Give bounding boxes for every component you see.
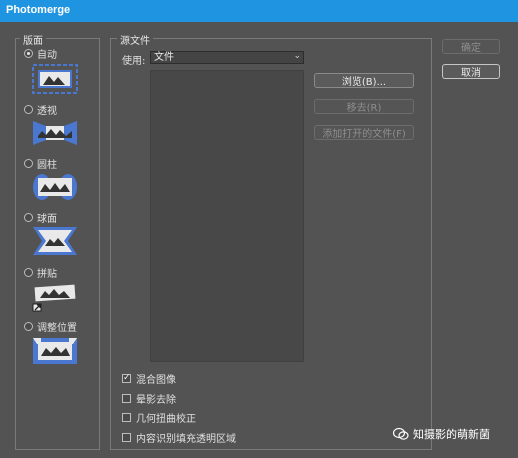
geometric-distortion-checkbox[interactable]: [122, 413, 131, 422]
blend-images-checkbox[interactable]: ✓: [122, 374, 131, 383]
layout-option-auto[interactable]: 自动: [24, 46, 57, 61]
content-aware-fill-option[interactable]: 内容识别填充透明区域: [122, 430, 236, 445]
layout-option-reposition[interactable]: 调整位置: [24, 319, 77, 334]
layout-reposition-icon[interactable]: [32, 336, 78, 366]
layout-option-cylindrical[interactable]: 圆柱: [24, 156, 57, 171]
ok-button[interactable]: 确定: [442, 39, 500, 54]
layout-option-label: 球面: [37, 214, 57, 225]
blend-images-option[interactable]: ✓ 混合图像: [122, 371, 176, 386]
layout-option-label: 调整位置: [37, 323, 77, 334]
remove-button[interactable]: 移去(R): [314, 99, 414, 114]
layout-panel-legend: 版面: [20, 32, 46, 47]
layout-option-spherical[interactable]: 球面: [24, 210, 57, 225]
use-select-value: 文件: [154, 52, 174, 63]
radio-cylindrical[interactable]: [24, 159, 33, 168]
source-panel-legend: 源文件: [117, 32, 153, 47]
radio-spherical[interactable]: [24, 213, 33, 222]
layout-option-label: 透视: [37, 106, 57, 117]
layout-option-label: 拼贴: [37, 269, 57, 280]
layout-option-perspective[interactable]: 透视: [24, 102, 57, 117]
watermark-text: 知摄影的萌新菌: [413, 428, 490, 441]
radio-reposition[interactable]: [24, 322, 33, 331]
title-bar: Photomerge: [0, 0, 518, 22]
layout-auto-icon[interactable]: [32, 64, 78, 94]
use-select[interactable]: 文件 ⌄: [150, 51, 304, 64]
layout-collage-icon[interactable]: [32, 282, 78, 312]
vignette-removal-label: 晕影去除: [136, 395, 176, 406]
vignette-removal-checkbox[interactable]: [122, 394, 131, 403]
radio-auto[interactable]: [24, 49, 33, 58]
cancel-button[interactable]: 取消: [442, 64, 500, 79]
geometric-distortion-label: 几何扭曲校正: [136, 414, 196, 425]
radio-perspective[interactable]: [24, 105, 33, 114]
layout-perspective-icon[interactable]: [32, 118, 78, 148]
wechat-icon: [393, 427, 409, 440]
window-title: Photomerge: [6, 4, 71, 16]
chevron-down-icon: ⌄: [293, 51, 301, 61]
geometric-distortion-option[interactable]: 几何扭曲校正: [122, 410, 196, 425]
browse-button[interactable]: 浏览(B)...: [314, 73, 414, 88]
source-files-list[interactable]: [150, 70, 304, 362]
blend-images-label: 混合图像: [136, 375, 176, 386]
watermark: 知摄影的萌新菌: [393, 426, 490, 442]
content-aware-fill-label: 内容识别填充透明区域: [136, 434, 236, 445]
layout-option-label: 自动: [37, 50, 57, 61]
radio-collage[interactable]: [24, 268, 33, 277]
add-open-files-button[interactable]: 添加打开的文件(F): [314, 125, 414, 140]
layout-spherical-icon[interactable]: [32, 226, 78, 256]
layout-cylindrical-icon[interactable]: [32, 172, 78, 202]
layout-option-label: 圆柱: [37, 160, 57, 171]
content-aware-fill-checkbox[interactable]: [122, 433, 131, 442]
layout-option-collage[interactable]: 拼贴: [24, 265, 57, 280]
vignette-removal-option[interactable]: 晕影去除: [122, 391, 176, 406]
use-label: 使用:: [122, 56, 146, 67]
